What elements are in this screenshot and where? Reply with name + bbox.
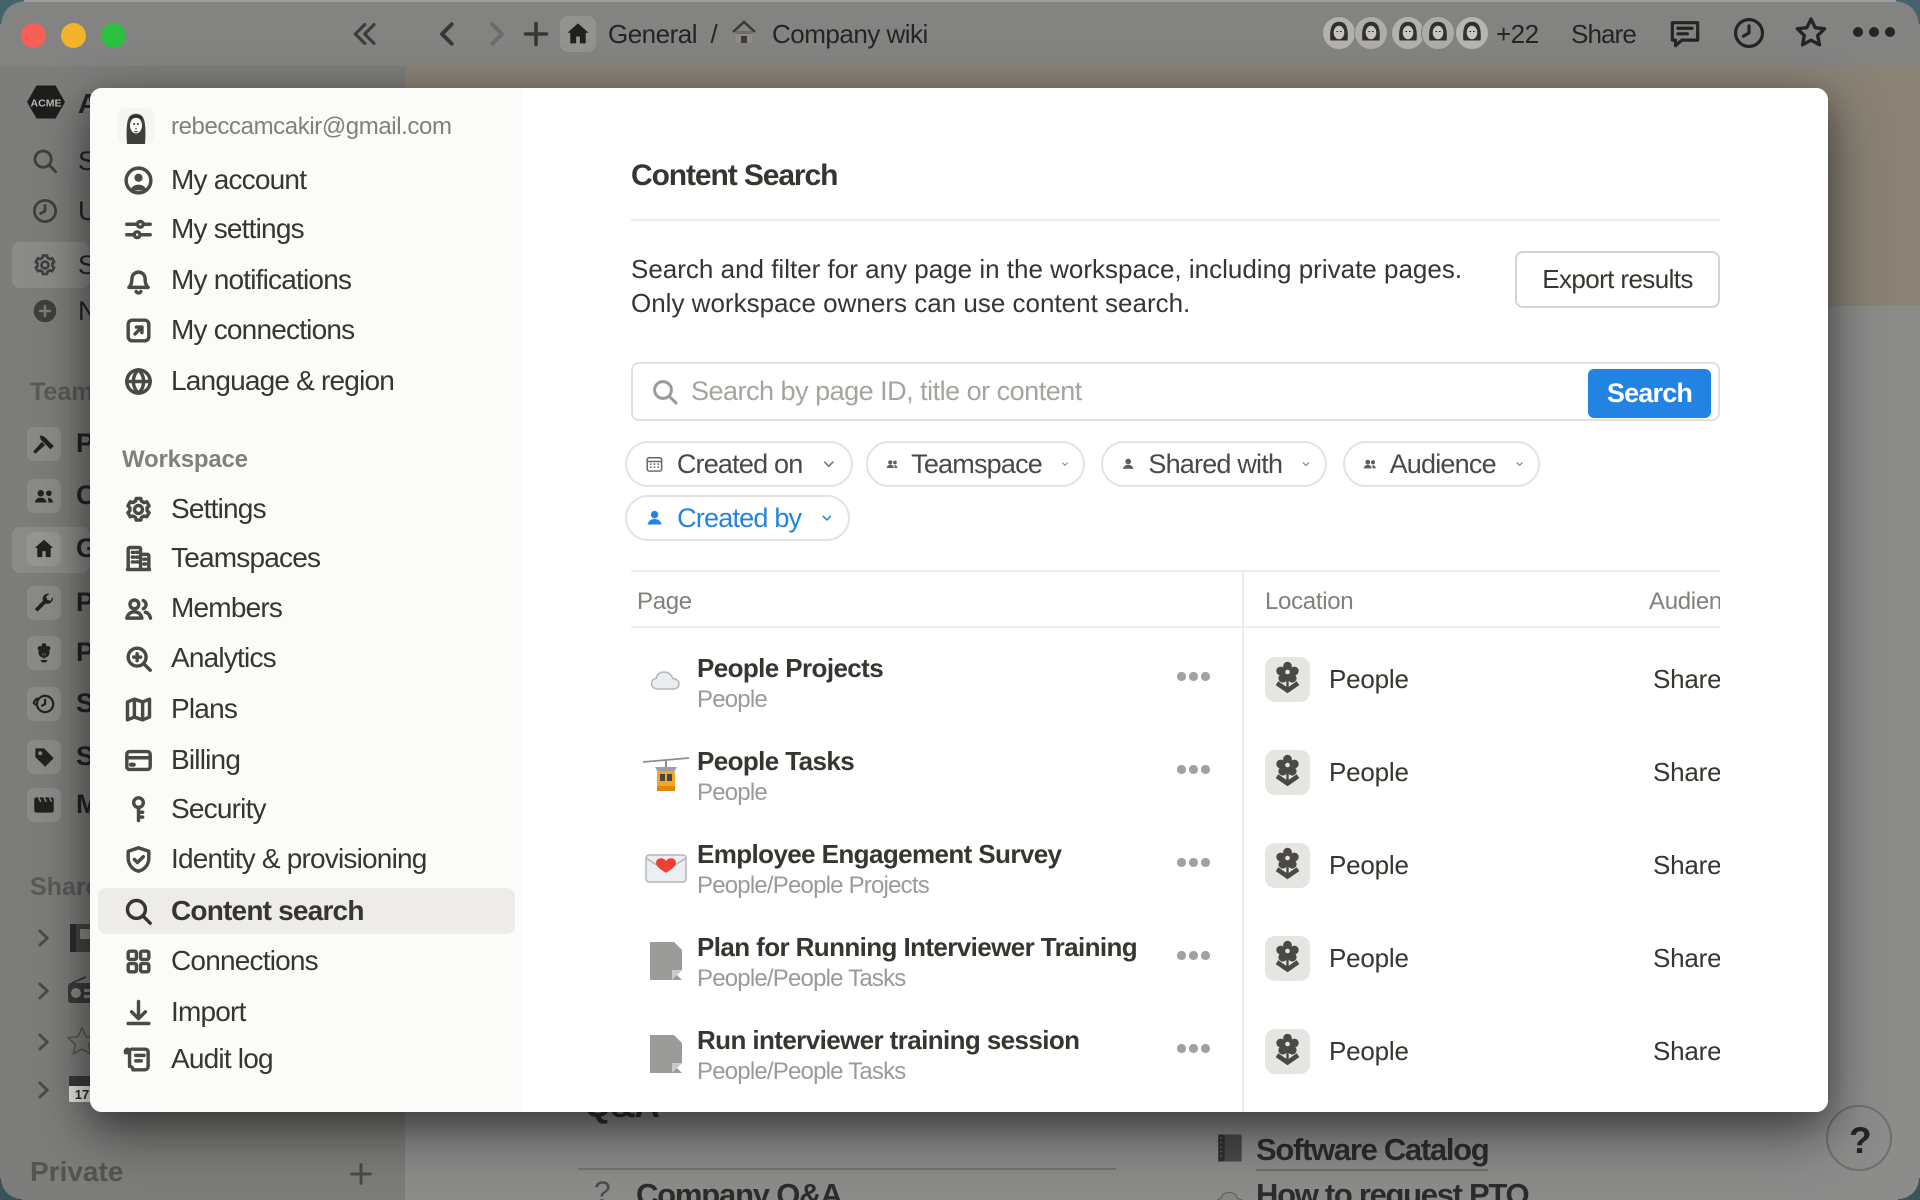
svg-text:ACME: ACME [31, 98, 62, 110]
svg-text:17: 17 [75, 1087, 89, 1102]
